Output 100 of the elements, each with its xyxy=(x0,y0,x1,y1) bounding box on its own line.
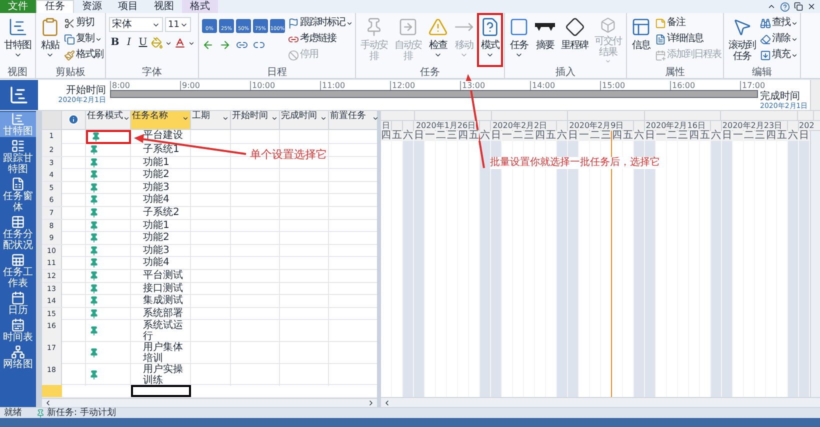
view-item[interactable]: 时间表 xyxy=(0,318,36,343)
gantt-chart-icon xyxy=(8,17,28,37)
selected-cell[interactable] xyxy=(131,385,191,397)
ribbon-tab[interactable]: 项目 xyxy=(110,0,146,13)
outdent-icon[interactable] xyxy=(202,39,214,51)
ribbon-button[interactable]: 格式刷 xyxy=(63,47,104,63)
time-tick: 8:00 xyxy=(112,81,130,90)
pin-icon xyxy=(89,195,99,206)
details-icon xyxy=(655,34,666,44)
ribbon-button[interactable]: 查找 xyxy=(759,15,799,31)
ribbon-button[interactable]: 滚动到任务 xyxy=(725,13,759,67)
font-color-icon[interactable] xyxy=(174,37,186,49)
ribbon-button[interactable]: 填充 xyxy=(759,47,799,63)
ribbon-button[interactable]: 粘贴 xyxy=(37,13,63,67)
ribbon-button[interactable]: 任务 xyxy=(506,13,532,67)
ribbon-button[interactable]: 模式 xyxy=(477,13,503,67)
day-header: 四 xyxy=(612,130,622,141)
restore-icon[interactable] xyxy=(794,2,803,11)
ribbon-button[interactable]: 里程碑 xyxy=(558,13,591,67)
ribbon-tab[interactable]: 格式 xyxy=(182,0,218,13)
day-header: 二 xyxy=(590,130,600,141)
ribbon-tab[interactable]: 视图 xyxy=(146,0,182,13)
view-item[interactable]: 任务工作表 xyxy=(0,253,36,289)
font-name-field[interactable]: 宋体 xyxy=(109,17,163,32)
week-header: 日 xyxy=(382,121,390,130)
group-label: 属性 xyxy=(664,67,686,78)
time-tick: 11:00 xyxy=(322,81,346,90)
ribbon-button[interactable]: 剪切 xyxy=(63,15,104,31)
day-header: 二 xyxy=(436,130,446,141)
scroll-left-icon[interactable] xyxy=(44,398,52,407)
vertical-scrollbar[interactable] xyxy=(810,131,820,397)
status-text: 就绪 xyxy=(4,408,22,418)
column-header[interactable]: 工期 xyxy=(191,111,231,129)
scroll-left-icon[interactable] xyxy=(383,398,391,406)
ribbon-tab[interactable]: 资源 xyxy=(74,0,110,13)
font-size-field[interactable]: 11 xyxy=(165,17,191,32)
day-header: 三 xyxy=(601,130,611,141)
pin-icon xyxy=(89,326,99,336)
ribbon-button[interactable]: 摘要 xyxy=(532,13,558,67)
link-icon[interactable] xyxy=(236,39,248,51)
ribbon-button[interactable]: 信息 xyxy=(628,13,654,67)
ribbon-button[interactable]: 备注 xyxy=(654,15,722,31)
column-header[interactable]: 任务名称 xyxy=(131,111,191,129)
day-header: 五 xyxy=(469,130,479,141)
indent-icon[interactable] xyxy=(219,39,231,51)
scrollbar[interactable] xyxy=(810,80,820,110)
day-header: 四 xyxy=(535,130,545,141)
caret-icon xyxy=(486,51,494,59)
diamond-icon xyxy=(564,17,584,37)
column-header[interactable]: 开始时间 xyxy=(231,111,280,129)
time-tick: 17:00 xyxy=(742,81,766,90)
pin-icon xyxy=(89,233,99,244)
caret-icon xyxy=(460,51,468,59)
ribbon-button[interactable]: 清除 xyxy=(759,31,799,47)
ribbon-tab[interactable]: 任务 xyxy=(36,0,74,13)
arrow-box-icon xyxy=(398,17,418,37)
fill-color-icon[interactable] xyxy=(151,37,163,49)
group-label: 插入 xyxy=(554,67,576,78)
format-button[interactable]: U xyxy=(137,36,149,50)
unlink-icon[interactable] xyxy=(253,39,265,51)
day-header: 三 xyxy=(755,130,765,141)
day-header: 六 xyxy=(711,130,721,141)
calendar-icon xyxy=(655,50,666,60)
pin-icon xyxy=(89,258,99,268)
task-name-cell: 用户集体培训 xyxy=(131,342,191,364)
day-header: 一 xyxy=(733,130,743,141)
view-item[interactable]: 任务分配状况 xyxy=(0,215,36,251)
column-header[interactable]: 完成时间 xyxy=(280,111,329,129)
ribbon-button[interactable]: 检查 xyxy=(425,13,451,67)
week-header: 2020年1月26日 xyxy=(416,121,476,130)
new-task-mode[interactable]: 新任务: 手动计划 xyxy=(47,408,116,418)
ribbon-button[interactable]: 复制 xyxy=(63,31,104,47)
pin-icon xyxy=(89,308,99,319)
ribbon-button[interactable]: 详细信息 xyxy=(654,31,722,47)
pin-icon xyxy=(89,158,99,168)
task-name-cell: 功能3 xyxy=(131,182,191,194)
ribbon-button[interactable]: 考虑链接 xyxy=(287,31,354,47)
caret-icon xyxy=(46,51,54,59)
day-header: 四 xyxy=(766,130,776,141)
view-item[interactable]: 任务窗体 xyxy=(0,177,36,213)
binoculars-icon xyxy=(760,18,771,28)
view-item[interactable]: 日历 xyxy=(0,291,36,316)
ribbon-tab[interactable]: 文件 xyxy=(0,0,36,13)
format-button[interactable]: B xyxy=(109,36,121,50)
week-header: 2020年2月9日 xyxy=(569,121,624,130)
time-tick: 9:00 xyxy=(182,81,200,90)
time-tick: 12:00 xyxy=(392,81,416,90)
format-button[interactable]: I xyxy=(123,36,135,50)
timeline-view-icon[interactable] xyxy=(9,85,29,105)
horizontal-scrollbar[interactable] xyxy=(381,397,820,407)
help-icon[interactable] xyxy=(780,2,790,12)
close-icon[interactable] xyxy=(807,2,816,11)
pin-icon xyxy=(89,220,99,231)
scroll-right-icon[interactable] xyxy=(367,398,375,407)
collapse-ribbon-icon[interactable] xyxy=(767,2,776,11)
ribbon-button[interactable]: 甘特图 xyxy=(1,13,34,67)
ribbon-button[interactable]: 跟踪时标记 xyxy=(287,15,354,31)
view-item[interactable]: 跟踪甘特图 xyxy=(0,139,36,175)
view-item[interactable]: 网络图 xyxy=(0,345,36,370)
day-header: 一 xyxy=(656,130,666,141)
